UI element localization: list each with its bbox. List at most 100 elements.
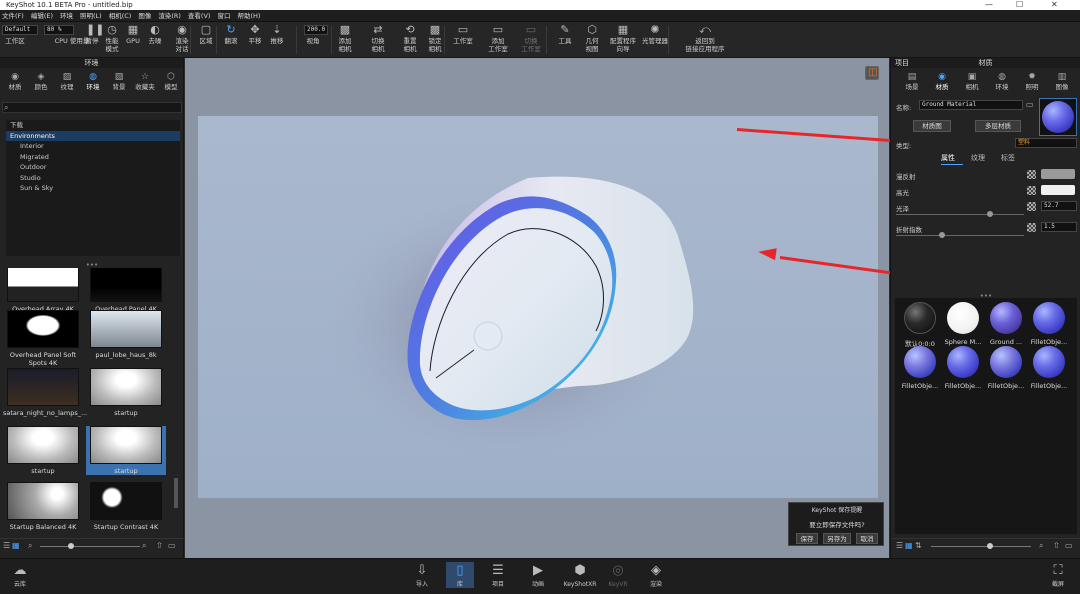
property-slider[interactable] — [896, 214, 1024, 215]
bottom-keyvr-button[interactable]: ◎ KeyVR — [604, 562, 632, 588]
tab-environment[interactable]: ◍ 环境 — [987, 72, 1017, 91]
thumb-size-slider[interactable] — [40, 546, 140, 547]
bottom-cloud-library-button[interactable]: ☁ 云库 — [6, 562, 34, 588]
list-view-icon[interactable]: ☰ — [3, 541, 10, 550]
toolbar-configurator-button[interactable]: ▦ 配置程序 向导 — [608, 24, 638, 54]
material-thumbnail[interactable]: 默认0:0:0 — [899, 302, 941, 348]
maximize-button[interactable]: ☐ — [1016, 0, 1023, 10]
toolbar-add-studio-button[interactable]: ▭ 添加 工作室 — [486, 24, 510, 54]
toolbar-switch-studio-button[interactable]: ▭ 切换 工作室 — [520, 24, 542, 54]
tree-item[interactable]: Studio — [6, 173, 180, 184]
toolbar-pan-button[interactable]: ✥ 平移 — [246, 24, 264, 46]
toolbar-performance-button[interactable]: ◷ 性能 模式 — [104, 24, 120, 54]
material-type-select[interactable]: 塑料 — [1015, 138, 1077, 148]
tab-environment[interactable]: ◍ 环境 — [80, 72, 106, 91]
material-thumbnail[interactable]: Ground ... — [985, 302, 1027, 346]
tree-item[interactable]: Interior — [6, 141, 180, 152]
toolbar-perspective-button[interactable]: ◭视角 — [303, 24, 323, 45]
bottom-import-button[interactable]: ⇩ 导入 — [408, 562, 436, 588]
thumbnail-scrollbar[interactable] — [174, 478, 178, 508]
tab-color[interactable]: ◈ 颜色 — [28, 72, 54, 91]
tree-item[interactable]: Outdoor — [6, 162, 180, 173]
property-value-field[interactable]: 1.5 — [1041, 222, 1077, 232]
tree-item[interactable]: Migrated — [6, 152, 180, 163]
mat-size-handle[interactable] — [987, 543, 993, 549]
list-view-icon[interactable]: ☰ — [896, 541, 903, 550]
multi-material-button[interactable]: 多层材质 — [975, 120, 1021, 132]
upload-icon[interactable]: ⇧ — [156, 541, 163, 550]
environment-thumbnail[interactable]: Startup Contrast 4K — [86, 482, 166, 531]
color-swatch[interactable] — [1041, 169, 1075, 179]
environment-thumbnail[interactable]: Startup Balanced 4K — [3, 482, 83, 531]
toolbar-region-button[interactable]: ▢ 区域 — [197, 24, 215, 46]
bottom-screenshot-button[interactable]: ⛶ 截屏 — [1044, 562, 1072, 588]
toolbar-dolly-button[interactable]: ⇣ 推移 — [268, 24, 286, 46]
bottom-keyshotxr-button[interactable]: ⬢ KeyShotXR — [562, 562, 598, 588]
toolbar-light-manager-button[interactable]: ✺ 光管理器 — [640, 24, 670, 46]
tree-item[interactable]: Environments — [6, 130, 180, 141]
toolbar-denoise-button[interactable]: ◐ 去噪 — [147, 24, 163, 46]
menu-item-1[interactable]: 编辑(E) — [31, 10, 53, 22]
tab-scene[interactable]: ▤ 场景 — [897, 72, 927, 91]
upload-icon[interactable]: ⇧ — [1053, 541, 1060, 550]
grid-view-icon[interactable]: ▦ — [12, 541, 20, 550]
menu-item-3[interactable]: 照明(L) — [80, 10, 102, 22]
folder-icon[interactable]: ▭ — [168, 541, 176, 550]
tab-material[interactable]: ◉ 材质 — [927, 72, 957, 91]
sort-icon[interactable]: ⇅ — [915, 541, 922, 550]
tab-background[interactable]: ▧ 背景 — [106, 72, 132, 91]
menu-item-4[interactable]: 相机(C) — [109, 10, 132, 22]
material-thumbnail[interactable]: FilletObje... — [899, 346, 941, 390]
toolbar-tools-button[interactable]: ✎ 工具 — [556, 24, 574, 46]
toolbar-studio-button[interactable]: ▭ 工作室 — [452, 24, 474, 46]
property-value-field[interactable]: 52.7 — [1041, 201, 1077, 211]
toolbar-pause-button[interactable]: ❚❚ 暂停 — [84, 24, 105, 46]
material-thumbnail[interactable]: FilletObje... — [942, 346, 984, 390]
material-thumbnail[interactable]: FilletObje... — [1028, 302, 1070, 346]
menu-item-8[interactable]: 窗口 — [217, 10, 230, 22]
environment-thumbnail[interactable]: startup — [86, 426, 166, 475]
toolbar-reset-camera-button[interactable]: ⟲ 重置 相机 — [402, 24, 418, 54]
texture-map-icon[interactable] — [1027, 223, 1036, 232]
slider-handle[interactable] — [987, 211, 993, 217]
subtab-2[interactable]: 标签 — [1001, 153, 1015, 163]
environment-thumbnail[interactable]: Overhead Panel 4K — [86, 268, 166, 313]
folder-icon[interactable]: ▭ — [1065, 541, 1073, 550]
dialog-cancel-button[interactable]: 取消 — [856, 533, 878, 544]
menu-item-0[interactable]: 文件(F) — [2, 10, 24, 22]
library-search[interactable]: ⌕ — [2, 102, 182, 113]
rendered-image[interactable] — [198, 116, 878, 498]
menu-item-7[interactable]: 查看(V) — [188, 10, 211, 22]
material-thumbnail[interactable]: Sphere M... — [942, 302, 984, 346]
thumb-size-handle[interactable] — [68, 543, 74, 549]
material-graph-button[interactable]: 材质图 — [913, 120, 951, 132]
subtab-0[interactable]: 属性 — [941, 153, 955, 163]
material-name-field[interactable]: Ground Material — [919, 100, 1023, 110]
slider-handle[interactable] — [939, 232, 945, 238]
comment-icon[interactable]: ▭ — [1026, 100, 1034, 109]
minimize-button[interactable]: — — [985, 0, 993, 10]
tab-camera[interactable]: ▣ 相机 — [957, 72, 987, 91]
toolbar-add-camera-button[interactable]: ▩ 添加 相机 — [337, 24, 353, 54]
tree-item[interactable]: Sun & Sky — [6, 183, 180, 194]
tab-lighting[interactable]: ✹ 照明 — [1017, 72, 1047, 91]
tab-image[interactable]: ▥ 图像 — [1047, 72, 1077, 91]
menu-item-9[interactable]: 帮助(H) — [237, 10, 260, 22]
tab-texture[interactable]: ▨ 纹理 — [54, 72, 80, 91]
property-slider[interactable] — [896, 235, 1024, 236]
menu-item-2[interactable]: 环境 — [60, 10, 73, 22]
dialog-save-button[interactable]: 保存 — [796, 533, 818, 544]
bottom-render-button[interactable]: ◈ 渲染 — [642, 562, 670, 588]
bottom-animation-button[interactable]: ▶ 动画 — [524, 562, 552, 588]
bottom-project-button[interactable]: ☰ 项目 — [484, 562, 512, 588]
environment-thumbnail[interactable]: paul_lobe_haus_8k — [86, 310, 166, 359]
environment-thumbnail[interactable]: satara_night_no_lamps_... — [3, 368, 87, 417]
environment-thumbnail[interactable]: startup — [3, 426, 83, 475]
toolbar-geometry-view-button[interactable]: ⬡ 几何 视图 — [582, 24, 602, 54]
toolbar-switch-camera-button[interactable]: ⇄ 切换 相机 — [370, 24, 386, 54]
bottom-library-button[interactable]: ▯ 库 — [446, 562, 474, 588]
environment-thumbnail[interactable]: startup — [86, 368, 166, 417]
environment-thumbnail[interactable]: Overhead Panel Soft Spots 4K — [3, 310, 83, 367]
zoom-in-icon[interactable]: ⌕ — [1039, 541, 1043, 551]
tree-item[interactable]: 下载 — [6, 120, 180, 131]
